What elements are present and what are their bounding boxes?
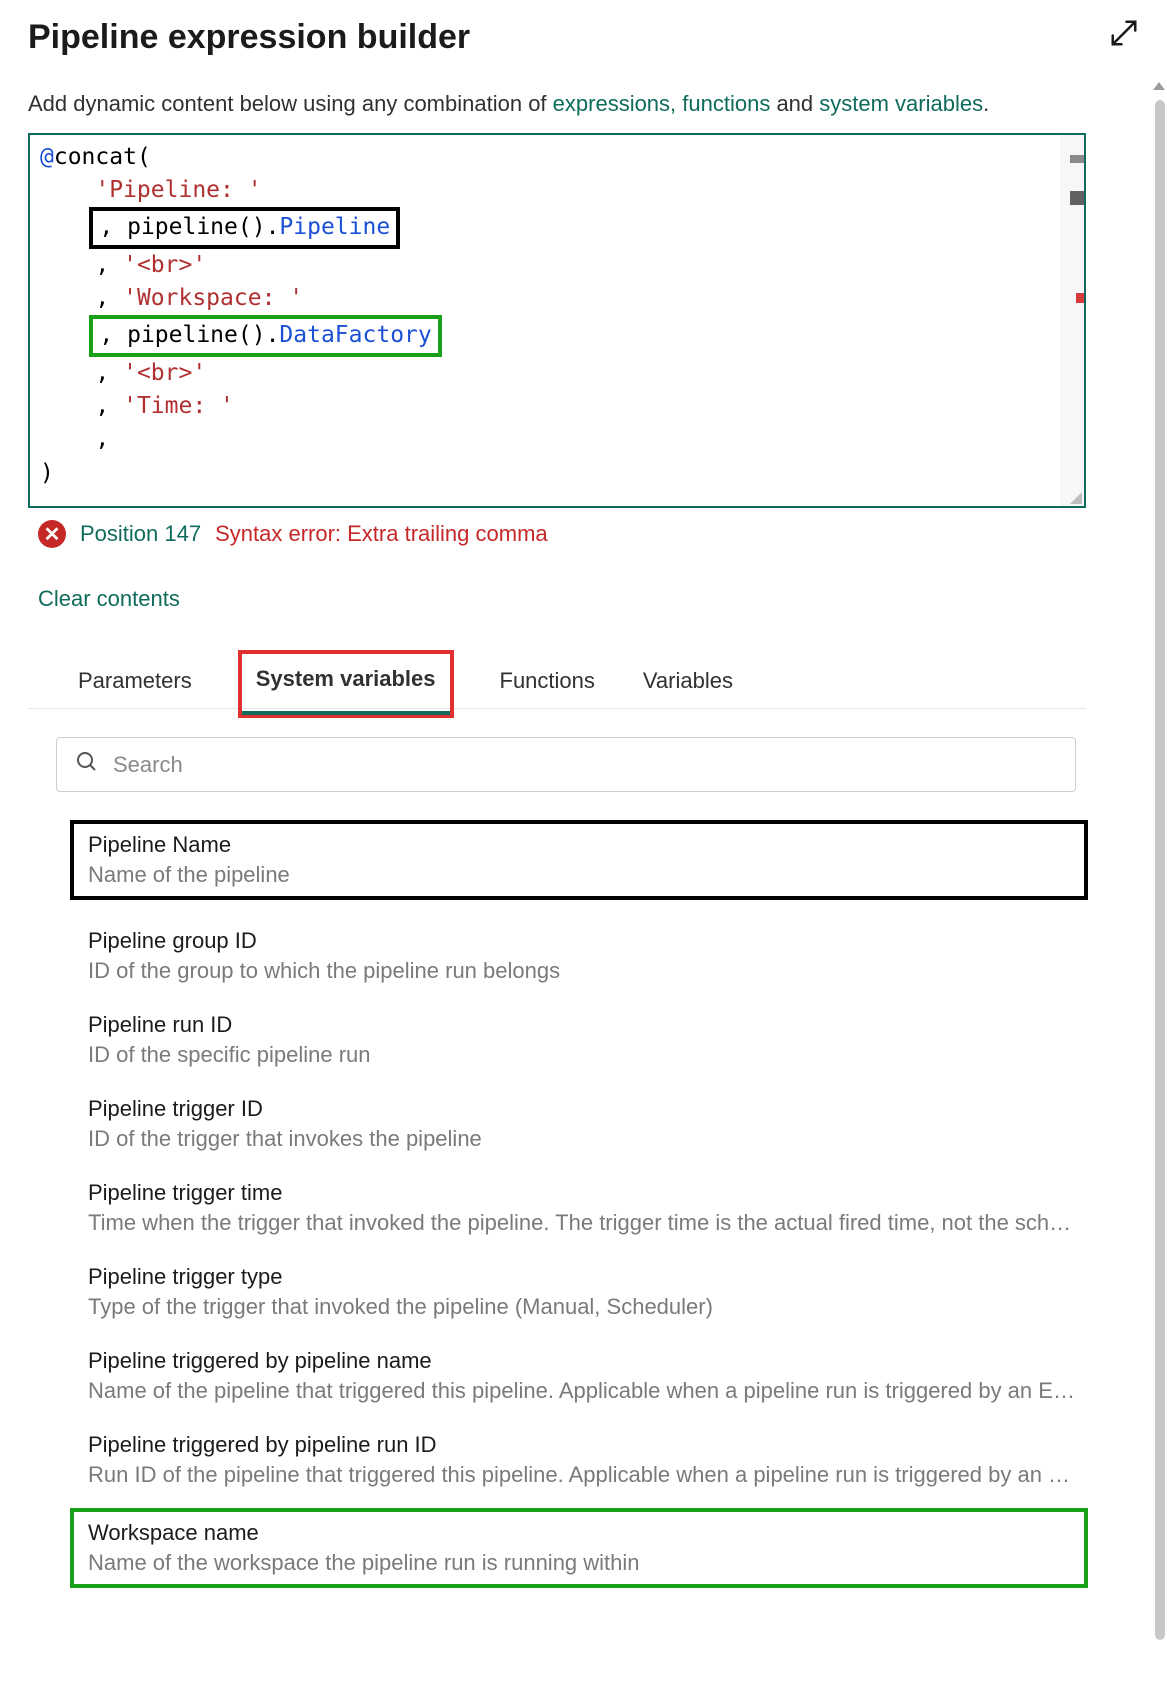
list-item-title: Pipeline group ID — [88, 928, 1088, 954]
list-item-desc: Name of the workspace the pipeline run i… — [88, 1550, 1070, 1576]
tok-str-time-label: 'Time: ' — [123, 393, 234, 419]
list-item-pipeline-run-id[interactable]: Pipeline run ID ID of the specific pipel… — [88, 1012, 1088, 1068]
system-variables-list: Pipeline Name Name of the pipeline Pipel… — [88, 820, 1088, 1588]
intro-suffix: . — [983, 91, 989, 116]
highlight-pipeline-name-expression: , pipeline().Pipeline — [89, 207, 400, 248]
list-item-title: Pipeline run ID — [88, 1012, 1088, 1038]
highlight-datafactory-expression: , pipeline().DataFactory — [89, 315, 441, 356]
tok-concat: concat( — [54, 144, 151, 170]
list-item-desc: Name of the pipeline that triggered this… — [88, 1378, 1088, 1404]
tok-str-br2: '<br>' — [123, 360, 206, 386]
tok-at: @ — [40, 144, 54, 170]
panel-title: Pipeline expression builder — [28, 18, 470, 57]
list-item-desc: Run ID of the pipeline that triggered th… — [88, 1462, 1088, 1488]
error-position: Position 147 — [80, 521, 201, 547]
search-input[interactable] — [113, 752, 1057, 778]
list-item-desc: Name of the pipeline — [88, 862, 1070, 888]
tab-parameters[interactable]: Parameters — [76, 660, 194, 708]
tok-trailing-comma: , — [95, 426, 109, 452]
highlight-pipeline-name-item: Pipeline Name Name of the pipeline — [70, 820, 1088, 900]
list-item-pipeline-trigger-time[interactable]: Pipeline trigger time Time when the trig… — [88, 1180, 1088, 1236]
editor-resize-handle[interactable] — [1070, 492, 1082, 504]
scrollbar-arrow-up[interactable] — [1153, 82, 1165, 90]
error-icon: ✕ — [38, 520, 66, 548]
list-item-title: Pipeline trigger type — [88, 1264, 1088, 1290]
content-tabs: Parameters System variables Functions Va… — [28, 660, 1086, 709]
tok-close-paren: ) — [40, 460, 54, 486]
list-item-desc: Type of the trigger that invoked the pip… — [88, 1294, 1088, 1320]
tok-str-workspace-label: 'Workspace: ' — [123, 285, 303, 311]
search-box[interactable] — [56, 737, 1076, 792]
link-system-variables[interactable]: system variables — [819, 91, 983, 116]
list-item-desc: Time when the trigger that invoked the p… — [88, 1210, 1088, 1236]
highlight-workspace-name-item: Workspace name Name of the workspace the… — [70, 1508, 1088, 1588]
list-item-title: Pipeline trigger time — [88, 1180, 1088, 1206]
expression-builder-panel: Pipeline expression builder Add dynamic … — [0, 0, 1167, 1690]
list-item-triggered-by-name[interactable]: Pipeline triggered by pipeline name Name… — [88, 1348, 1088, 1404]
list-item-title: Pipeline triggered by pipeline run ID — [88, 1432, 1088, 1458]
intro-text: Add dynamic content below using any comb… — [28, 89, 1139, 119]
tok-str-pipeline-label: 'Pipeline: ' — [95, 177, 261, 203]
list-item-desc: ID of the trigger that invokes the pipel… — [88, 1126, 1088, 1152]
expression-editor[interactable]: @concat( 'Pipeline: ' , pipeline().Pipel… — [28, 133, 1086, 508]
list-item-title: Pipeline trigger ID — [88, 1096, 1088, 1122]
tab-system-variables[interactable]: System variables — [238, 650, 454, 718]
intro-middle: and — [770, 91, 819, 116]
list-item-triggered-by-run-id[interactable]: Pipeline triggered by pipeline run ID Ru… — [88, 1432, 1088, 1488]
tok-str-br1: '<br>' — [123, 252, 206, 278]
expand-icon[interactable] — [1109, 18, 1139, 53]
list-item-title: Pipeline Name — [88, 832, 1070, 858]
clear-contents-link[interactable]: Clear contents — [38, 586, 180, 612]
list-item-pipeline-name[interactable]: Pipeline Name Name of the pipeline — [88, 832, 1070, 888]
list-item-pipeline-trigger-type[interactable]: Pipeline trigger type Type of the trigge… — [88, 1264, 1088, 1320]
list-item-pipeline-group-id[interactable]: Pipeline group ID ID of the group to whi… — [88, 928, 1088, 984]
search-icon — [75, 750, 99, 779]
link-expressions-functions[interactable]: expressions, functions — [553, 91, 771, 116]
panel-header: Pipeline expression builder — [28, 18, 1139, 57]
intro-prefix: Add dynamic content below using any comb… — [28, 91, 553, 116]
list-item-title: Pipeline triggered by pipeline name — [88, 1348, 1088, 1374]
tab-functions[interactable]: Functions — [498, 660, 597, 708]
tab-variables[interactable]: Variables — [641, 660, 735, 708]
syntax-error-row: ✕ Position 147 Syntax error: Extra trail… — [38, 520, 1139, 548]
list-item-desc: ID of the group to which the pipeline ru… — [88, 958, 1088, 984]
expression-editor-content[interactable]: @concat( 'Pipeline: ' , pipeline().Pipel… — [30, 135, 1084, 506]
error-message: Syntax error: Extra trailing comma — [215, 521, 548, 547]
list-item-title: Workspace name — [88, 1520, 1070, 1546]
scrollbar-thumb[interactable] — [1155, 100, 1165, 1640]
list-item-desc: ID of the specific pipeline run — [88, 1042, 1088, 1068]
list-item-pipeline-trigger-id[interactable]: Pipeline trigger ID ID of the trigger th… — [88, 1096, 1088, 1152]
list-item-workspace-name[interactable]: Workspace name Name of the workspace the… — [88, 1520, 1070, 1576]
